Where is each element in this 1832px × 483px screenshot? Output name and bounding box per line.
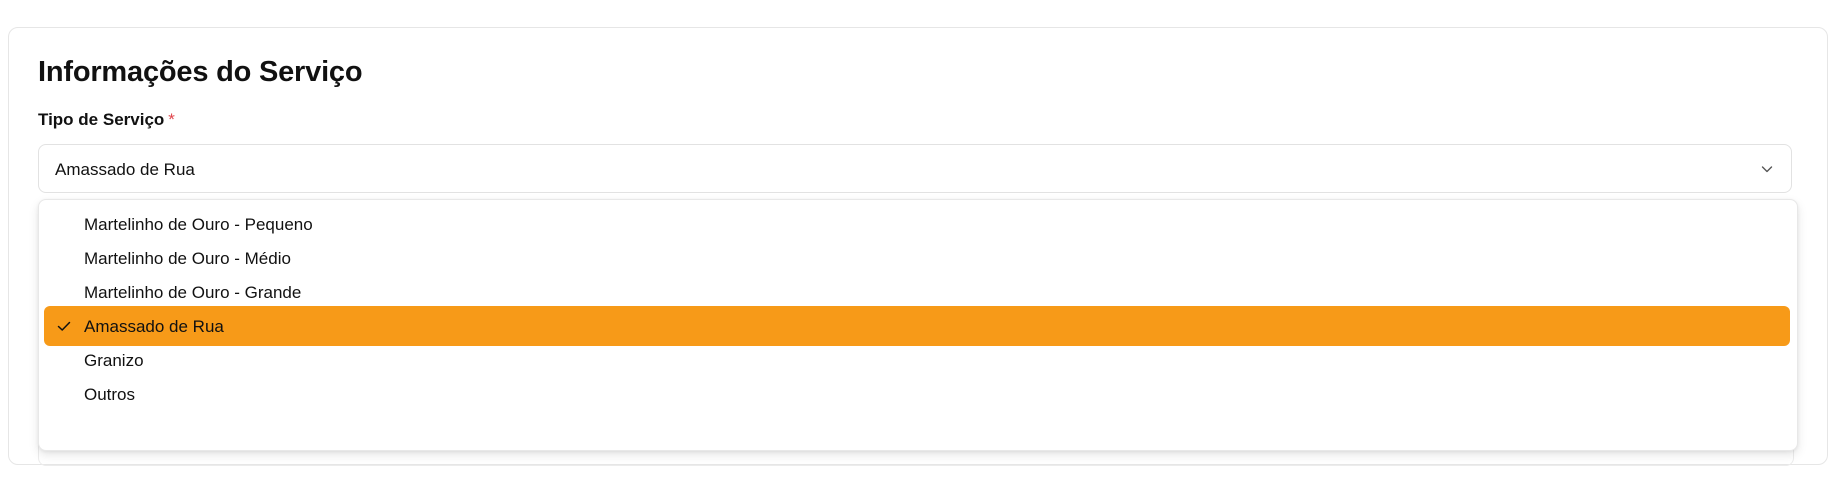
dropdown-option-label: Amassado de Rua <box>84 317 224 336</box>
service-type-label: Tipo de Serviço * <box>38 110 175 130</box>
section-title: Informações do Serviço <box>38 56 363 88</box>
dropdown-option-label: Martelinho de Ouro - Grande <box>84 283 302 302</box>
dropdown-option[interactable]: Outros <box>44 374 1790 414</box>
dropdown-option-label: Granizo <box>84 351 144 370</box>
dropdown-option-label: Outros <box>84 385 136 404</box>
service-type-select[interactable]: Amassado de Rua <box>38 144 1792 193</box>
checkmark-icon <box>57 321 71 331</box>
dropdown-option-label: Martelinho de Ouro - Pequeno <box>84 215 313 234</box>
required-asterisk: * <box>168 110 175 129</box>
chevron-down-icon <box>1761 166 1773 173</box>
service-type-selected-value: Amassado de Rua <box>55 160 195 179</box>
service-type-label-text: Tipo de Serviço <box>38 110 165 129</box>
dropdown-option-label: Martelinho de Ouro - Médio <box>84 249 291 268</box>
service-type-dropdown-menu: Martelinho de Ouro - Pequeno Martelinho … <box>38 199 1798 451</box>
